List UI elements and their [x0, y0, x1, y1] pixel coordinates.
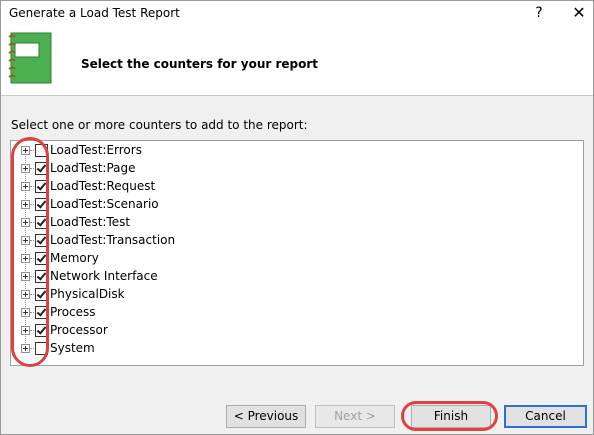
counter-checkbox[interactable] — [35, 198, 48, 211]
counter-row[interactable]: LoadTest:Transaction — [11, 232, 571, 250]
counter-row[interactable]: LoadTest:Page — [11, 160, 571, 178]
counter-checkbox[interactable] — [35, 216, 48, 229]
counter-checkbox[interactable] — [35, 144, 48, 157]
dialog-window: Generate a Load Test Report ? ✕ Select t… — [0, 0, 594, 435]
counter-label: Network Interface — [50, 269, 158, 283]
counter-checkbox[interactable] — [35, 270, 48, 283]
expand-icon[interactable] — [21, 344, 30, 353]
help-button[interactable]: ? — [529, 3, 549, 23]
close-button[interactable]: ✕ — [569, 3, 589, 23]
counter-row[interactable]: Process — [11, 304, 571, 322]
counter-checkbox[interactable] — [35, 252, 48, 265]
counter-row[interactable]: LoadTest:Test — [11, 214, 571, 232]
counter-label: PhysicalDisk — [50, 287, 125, 301]
counter-label: LoadTest:Request — [50, 179, 156, 193]
expand-icon[interactable] — [21, 236, 30, 245]
counter-label: Memory — [50, 251, 99, 265]
instruction-text: Select one or more counters to add to th… — [11, 118, 308, 132]
expand-icon[interactable] — [21, 200, 30, 209]
expand-icon[interactable] — [21, 182, 30, 191]
counter-checkbox[interactable] — [35, 234, 48, 247]
counter-checkbox[interactable] — [35, 288, 48, 301]
expand-icon[interactable] — [21, 254, 30, 263]
expand-icon[interactable] — [21, 308, 30, 317]
title-bar: Generate a Load Test Report ? ✕ — [1, 1, 593, 27]
counter-checkbox[interactable] — [35, 324, 48, 337]
counter-label: LoadTest:Page — [50, 161, 136, 175]
counter-label: LoadTest:Test — [50, 215, 131, 229]
expand-icon[interactable] — [21, 326, 30, 335]
counter-row[interactable]: System — [11, 340, 571, 358]
window-title: Generate a Load Test Report — [9, 6, 180, 20]
counter-row[interactable]: LoadTest:Scenario — [11, 196, 571, 214]
finish-button[interactable]: Finish — [411, 405, 491, 428]
counter-label: Process — [50, 305, 96, 319]
wizard-header: Select the counters for your report — [1, 27, 593, 95]
counter-label: Processor — [50, 323, 108, 337]
counter-row[interactable]: PhysicalDisk — [11, 286, 571, 304]
wizard-content: Select one or more counters to add to th… — [1, 96, 593, 434]
expand-icon[interactable] — [21, 146, 30, 155]
counter-row[interactable]: LoadTest:Request — [11, 178, 571, 196]
counter-row[interactable]: Processor — [11, 322, 571, 340]
wizard-heading: Select the counters for your report — [81, 57, 319, 71]
counter-checkbox[interactable] — [35, 306, 48, 319]
counter-tree[interactable]: LoadTest:Errors LoadTest:Page LoadTest:Req… — [10, 140, 584, 366]
cancel-button[interactable]: Cancel — [504, 405, 587, 428]
next-button[interactable]: Next > — [315, 405, 395, 428]
notebook-icon — [8, 32, 52, 84]
counter-checkbox[interactable] — [35, 342, 48, 355]
expand-icon[interactable] — [21, 218, 30, 227]
expand-icon[interactable] — [21, 272, 30, 281]
counter-label: LoadTest:Errors — [50, 143, 142, 157]
counter-row[interactable]: Memory — [11, 250, 571, 268]
counter-checkbox[interactable] — [35, 180, 48, 193]
expand-icon[interactable] — [21, 164, 30, 173]
counter-checkbox[interactable] — [35, 162, 48, 175]
counter-row[interactable]: LoadTest:Errors — [11, 142, 571, 160]
expand-icon[interactable] — [21, 290, 30, 299]
counter-label: LoadTest:Scenario — [50, 197, 159, 211]
counter-label: LoadTest:Transaction — [50, 233, 176, 247]
counter-label: System — [50, 341, 95, 355]
counter-row[interactable]: Network Interface — [11, 268, 571, 286]
previous-button[interactable]: < Previous — [226, 405, 306, 428]
